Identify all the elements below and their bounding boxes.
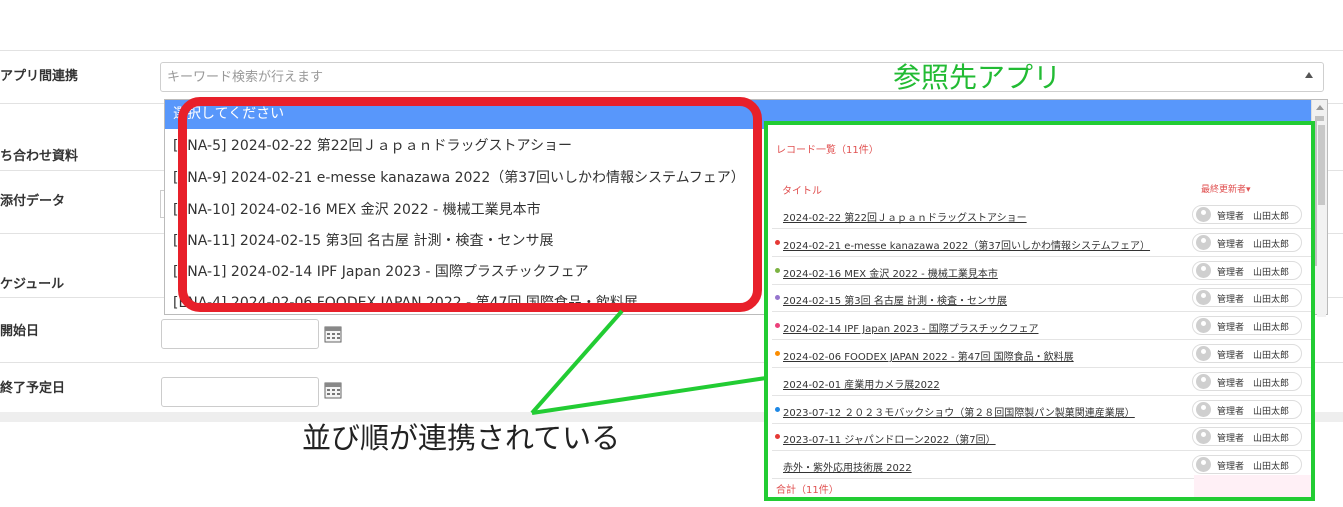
updater-name: 管理者 山田太郎 [1217,239,1290,250]
record-title-link[interactable]: 2024-02-14 IPF Japan 2023 - 国際プラスチックフェア [783,320,1039,335]
table-row[interactable]: 2024-02-06 FOODEX JAPAN 2022 - 第47回 国際食品… [772,340,1311,368]
caret-down-icon: ▾ [1246,185,1251,195]
table-row[interactable]: 2024-02-21 e-messe kanazawa 2022（第37回いしか… [772,229,1311,257]
updater-badge[interactable]: 管理者 山田太郎 [1192,344,1302,363]
table-row[interactable]: 2024-02-22 第22回Ｊａｐａｎドラッグストアショー 管理者 山田太郎 [772,201,1311,229]
table-row[interactable]: 2024-02-01 産業用カメラ展2022 管理者 山田太郎 [772,368,1311,396]
updater-name: 管理者 山田太郎 [1217,295,1290,306]
avatar-icon [1196,234,1211,250]
updater-badge[interactable]: 管理者 山田太郎 [1192,455,1302,475]
reference-app-panel: レコード一覧（11件） タイトル 最終更新者▾ 2024-02-22 第22回Ｊ… [764,121,1315,501]
updater-name: 管理者 山田太郎 [1217,434,1290,445]
status-dot [775,351,780,356]
record-title-link[interactable]: 2024-02-01 産業用カメラ展2022 [783,376,940,391]
status-dot [775,295,780,301]
updater-name: 管理者 山田太郎 [1217,462,1290,473]
avatar-icon [1196,346,1211,361]
updater-badge[interactable]: 管理者 山田太郎 [1192,399,1302,419]
record-title-link[interactable]: 2023-07-12 ２０２３モバックショウ（第２８回国際製パン製菓関連産業展） [783,404,1135,419]
total-cell [1194,475,1311,497]
record-title-link[interactable]: 2024-02-15 第3回 名古屋 計測・検査・センサ展 [783,292,1007,307]
updater-badge[interactable]: 管理者 山田太郎 [1192,316,1302,336]
avatar-icon [1196,373,1211,389]
updater-badge[interactable]: 管理者 山田太郎 [1192,260,1302,280]
record-total: 合計（11件） [776,485,839,496]
column-header-updater[interactable]: 最終更新者▾ [1201,182,1251,195]
table-row[interactable]: 2023-07-12 ２０２３モバックショウ（第２８回国際製パン製菓関連産業展）… [772,396,1311,424]
updater-name: 管理者 山田太郎 [1217,323,1290,334]
table-row[interactable]: 2024-02-16 MEX 金沢 2022 - 機械工業見本市 管理者 山田太郎 [772,257,1311,285]
updater-badge[interactable]: 管理者 山田太郎 [1192,205,1302,224]
record-title-link[interactable]: 2024-02-06 FOODEX JAPAN 2022 - 第47回 国際食品… [783,348,1074,363]
status-dot [775,239,780,245]
table-row[interactable]: 2023-07-11 ジャパンドローン2022（第7回） 管理者 山田太郎 [772,423,1311,452]
avatar-icon [1196,290,1211,306]
avatar-icon [1196,207,1211,222]
status-dot [775,323,780,329]
table-row[interactable]: 2024-02-14 IPF Japan 2023 - 国際プラスチックフェア 管… [772,312,1311,341]
updater-badge[interactable]: 管理者 山田太郎 [1192,288,1302,308]
avatar-icon [1196,457,1211,473]
reference-app-heading: 参照先アプリ [893,61,1062,94]
record-list-title: レコード一覧（11件） [776,145,879,156]
updater-name: 管理者 山田太郎 [1217,406,1290,417]
avatar-icon [1196,318,1211,334]
status-dot [775,406,780,412]
table-row[interactable]: 2024-02-15 第3回 名古屋 計測・検査・センサ展 管理者 山田太郎 [772,284,1311,313]
avatar-icon [1196,401,1211,417]
avatar-icon [1196,262,1211,278]
updater-badge[interactable]: 管理者 山田太郎 [1192,232,1302,252]
updater-name: 管理者 山田太郎 [1217,351,1290,361]
scrollbar-thumb[interactable] [1318,125,1325,205]
updater-name: 管理者 山田太郎 [1217,267,1290,278]
callout-text: 並び順が連携されている [302,421,621,455]
avatar-icon [1196,429,1211,445]
record-title-link[interactable]: 赤外・紫外応用技術展 2022 [783,459,912,474]
updater-name: 管理者 山田太郎 [1217,378,1290,389]
column-header-title[interactable]: タイトル [782,182,822,197]
updater-badge[interactable]: 管理者 山田太郎 [1192,371,1302,391]
status-dot [775,434,780,440]
record-title-link[interactable]: 2024-02-21 e-messe kanazawa 2022（第37回いしか… [783,237,1150,252]
panel-scrollbar[interactable] [1317,121,1326,317]
status-dot [775,267,780,273]
updater-name: 管理者 山田太郎 [1217,212,1290,222]
record-title-link[interactable]: 2024-02-16 MEX 金沢 2022 - 機械工業見本市 [783,265,998,280]
record-title-link[interactable]: 2023-07-11 ジャパンドローン2022（第7回） [783,431,996,446]
record-title-link[interactable]: 2024-02-22 第22回Ｊａｐａｎドラッグストアショー [783,209,1027,224]
updater-badge[interactable]: 管理者 山田太郎 [1192,427,1302,447]
